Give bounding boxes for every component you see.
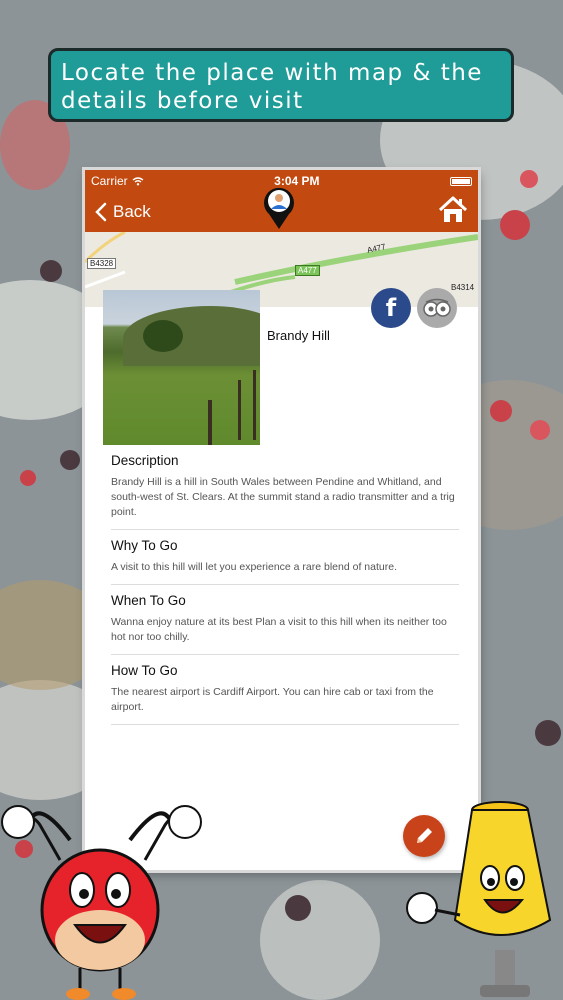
section-title: Why To Go [111,538,178,553]
facebook-icon: f [385,294,397,322]
battery-icon [450,176,472,186]
red-mascot-illustration [1,805,202,1000]
home-button[interactable] [438,196,468,229]
why-to-go-section: Why To Go A visit to this hill will let … [111,538,459,585]
section-title: How To Go [111,663,178,678]
details-content: Description Brandy Hill is a hill in Sou… [111,453,459,733]
back-button[interactable]: Back [95,202,151,222]
place-name: Brandy Hill [267,328,330,343]
wifi-icon [132,176,144,185]
carrier-label: Carrier [91,174,128,188]
tripadvisor-icon [423,298,451,317]
banner-text: Locate the place with map & the details … [61,60,483,114]
yellow-mascot-illustration [406,801,552,997]
phone-screen: Carrier 3:04 PM Back B4328 A477 A477 B43… [85,170,478,870]
section-body: Wanna enjoy nature at its best Plan a vi… [111,616,447,643]
description-section: Description Brandy Hill is a hill in Sou… [111,453,459,530]
back-chevron-icon [95,202,107,222]
tripadvisor-button[interactable] [417,288,457,328]
home-icon [438,196,468,222]
road-label: B4328 [87,258,117,269]
place-photo [103,290,260,445]
section-title: When To Go [111,593,186,608]
how-to-go-section: How To Go The nearest airport is Cardiff… [111,663,459,725]
section-title: Description [111,453,179,468]
section-body: Brandy Hill is a hill in South Wales bet… [111,476,455,518]
facebook-share-button[interactable]: f [371,288,411,328]
back-label: Back [113,202,151,221]
road-label: A477 [295,265,320,276]
section-body: A visit to this hill will let you experi… [111,561,397,573]
feature-banner: Locate the place with map & the details … [48,48,514,122]
user-pin-icon[interactable] [261,184,297,230]
when-to-go-section: When To Go Wanna enjoy nature at its bes… [111,593,459,655]
section-body: The nearest airport is Cardiff Airport. … [111,686,434,713]
road-label: B4314 [451,283,475,292]
